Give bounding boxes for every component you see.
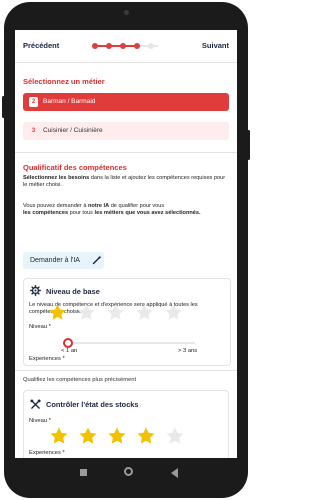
experience-slider-handle[interactable]	[63, 338, 73, 348]
section-divider	[15, 370, 237, 371]
back-icon[interactable]	[171, 468, 178, 478]
screen-overlay: < 1 an > 3 ans Qualifiez les compétences…	[15, 30, 237, 458]
star-icon[interactable]	[136, 426, 156, 446]
experience-min-label: < 1 an	[61, 348, 78, 354]
tools-icon	[30, 399, 41, 409]
home-icon[interactable]	[124, 467, 133, 476]
stock-level-rating	[49, 426, 194, 446]
experience-slider-track[interactable]	[67, 342, 195, 344]
stock-skill-title: Contrôler l'état des stocks	[46, 400, 139, 409]
recent-apps-icon[interactable]	[80, 469, 87, 476]
camera-icon	[124, 10, 129, 15]
star-icon[interactable]	[49, 426, 69, 446]
star-icon[interactable]	[107, 426, 127, 446]
star-icon[interactable]	[78, 426, 98, 446]
experience-max-label: > 3 ans	[178, 348, 198, 354]
stock-level-label: Niveau *	[29, 418, 51, 424]
volume-button	[2, 96, 5, 118]
android-nav-bar	[15, 458, 237, 486]
precise-heading: Qualifiez les compétences plus préciséme…	[23, 377, 137, 383]
star-icon[interactable]	[165, 426, 185, 446]
stock-experience-label: Experiences *	[29, 450, 65, 456]
power-button	[247, 130, 250, 160]
